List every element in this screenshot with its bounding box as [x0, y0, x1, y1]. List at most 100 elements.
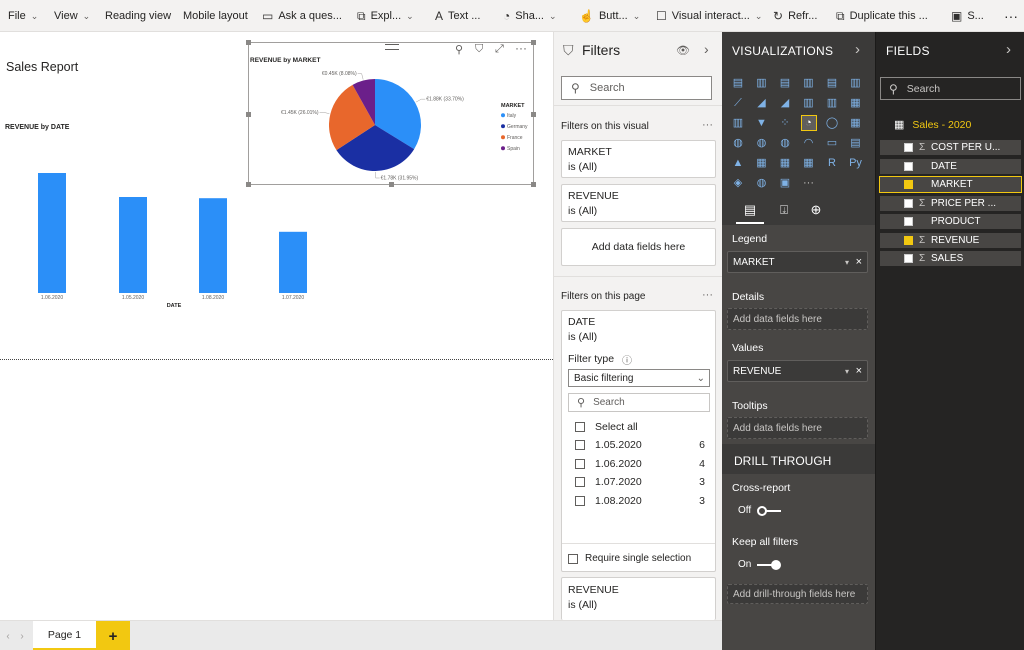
field-item[interactable]: MARKET: [879, 176, 1022, 193]
clustered-column-chart-icon[interactable]: ▥: [802, 76, 816, 90]
filter-option[interactable]: 1.05.2020 6: [575, 439, 705, 451]
save-button[interactable]: ▣ S...: [951, 0, 984, 32]
reading-view-button[interactable]: Reading view: [105, 0, 171, 32]
legend-well[interactable]: MARKET ▾ ×: [727, 251, 868, 273]
gauge-icon[interactable]: ◠: [802, 136, 816, 150]
line-clustered-column-chart-icon[interactable]: ▥: [825, 96, 839, 110]
scatter-chart-icon[interactable]: ⁘: [778, 116, 792, 130]
analytics-icon[interactable]: ⊕: [804, 202, 828, 224]
line-chart-icon[interactable]: ⟋: [731, 96, 745, 110]
python-visual-icon[interactable]: Py: [849, 156, 863, 170]
shapes-button[interactable]: ◔ Sha... ⌄: [503, 0, 557, 32]
view-menu[interactable]: View ⌄: [54, 0, 90, 32]
ribbon-chart-icon[interactable]: ▦: [849, 96, 863, 110]
eye-icon[interactable]: 👁: [676, 44, 690, 57]
funnel-chart-icon[interactable]: ▼: [755, 116, 769, 130]
chevron-down-icon[interactable]: ▾: [845, 258, 849, 267]
table-icon[interactable]: ▦: [778, 156, 792, 170]
donut-chart-icon[interactable]: ◯: [825, 116, 839, 130]
values-well[interactable]: REVENUE ▾ ×: [727, 360, 868, 382]
buttons-button[interactable]: ☝ Butt... ⌄: [579, 0, 640, 32]
mobile-layout-button[interactable]: Mobile layout: [183, 0, 248, 32]
filter-card-revenue-page[interactable]: REVENUE is (All): [561, 577, 716, 620]
text-box-button[interactable]: A Text ...: [435, 0, 480, 32]
kpi-icon[interactable]: ▲: [731, 156, 745, 170]
field-checkbox[interactable]: [904, 180, 913, 189]
card-icon[interactable]: ▭: [825, 136, 839, 150]
cross-report-toggle[interactable]: Off: [738, 505, 782, 516]
filter-option[interactable]: 1.08.2020 3: [575, 495, 705, 507]
checkbox[interactable]: [575, 496, 585, 506]
tab-page-1[interactable]: Page 1: [33, 621, 96, 650]
pie-chart-visual[interactable]: ⚲ ⛉ ⤢ ··· REVENUE by MARKET €1.88K (33.7…: [246, 40, 536, 187]
filters-search-input[interactable]: ⚲ Search: [561, 76, 712, 100]
tooltips-well[interactable]: Add data fields here: [727, 417, 868, 439]
filter-card-market[interactable]: MARKET is (All): [561, 140, 716, 178]
100-stacked-column-chart-icon[interactable]: ▥: [849, 76, 863, 90]
remove-field-icon[interactable]: ×: [856, 256, 862, 268]
refresh-button[interactable]: ↻ Refr...: [773, 0, 817, 32]
stacked-column-chart-icon[interactable]: ▥: [755, 76, 769, 90]
remove-field-icon[interactable]: ×: [856, 365, 862, 377]
collapse-fields-icon[interactable]: ›: [1006, 41, 1011, 58]
fields-search-input[interactable]: ⚲ Search: [880, 77, 1021, 100]
more-visuals-icon[interactable]: ···: [802, 176, 816, 190]
field-item[interactable]: Σ PRICE PER ...: [880, 195, 1021, 211]
collapse-visualizations-icon[interactable]: ›: [855, 41, 860, 58]
slicer-icon[interactable]: ▦: [755, 156, 769, 170]
pie-chart-icon[interactable]: ◔: [800, 115, 817, 131]
format-roller-icon[interactable]: ⍗: [772, 202, 796, 224]
shape-map-icon[interactable]: ◍: [778, 136, 792, 150]
field-checkbox[interactable]: [904, 161, 913, 171]
field-checkbox[interactable]: [904, 217, 913, 226]
stacked-bar-chart-icon[interactable]: ▤: [731, 76, 745, 90]
r-visual-icon[interactable]: R: [825, 156, 839, 170]
qa-visual-icon[interactable]: ▣: [778, 176, 792, 190]
map-icon[interactable]: ◍: [731, 136, 745, 150]
filter-card-date[interactable]: DATE is (All) Filter type ⓘ Basic filter…: [561, 310, 716, 572]
filled-map-icon[interactable]: ◍: [755, 136, 769, 150]
more-options-icon[interactable]: ···: [702, 119, 713, 131]
field-item[interactable]: DATE: [880, 158, 1021, 174]
visual-interactions-button[interactable]: ☐ Visual interact... ⌄: [656, 0, 762, 32]
checkbox[interactable]: [568, 553, 578, 564]
treemap-icon[interactable]: ▦: [849, 116, 863, 130]
multi-row-card-icon[interactable]: ▤: [849, 136, 863, 150]
filter-values-search-input[interactable]: ⚲ Search: [568, 393, 710, 412]
matrix-icon[interactable]: ▦: [802, 156, 816, 170]
key-influencers-icon[interactable]: ◈: [731, 176, 745, 190]
stacked-area-chart-icon[interactable]: ◢: [778, 96, 792, 110]
add-visual-filter-well[interactable]: Add data fields here: [561, 228, 716, 266]
field-item[interactable]: Σ COST PER U...: [880, 140, 1021, 155]
duplicate-page-button[interactable]: ⧉ Duplicate this ...: [836, 0, 928, 32]
table-sales-2020[interactable]: ▦ Sales - 2020: [894, 118, 971, 132]
filter-card-revenue[interactable]: REVENUE is (All): [561, 184, 716, 222]
clustered-bar-chart-icon[interactable]: ▤: [778, 76, 792, 90]
waterfall-chart-icon[interactable]: ▥: [731, 116, 745, 130]
explore-button[interactable]: ⧉ Expl... ⌄: [357, 0, 414, 32]
pie-chart[interactable]: €1.88K (33.70%) €1.78K (31.95%) €1.45K (26…: [249, 43, 535, 186]
details-well[interactable]: Add data fields here: [727, 308, 868, 330]
scroll-left-icon[interactable]: ‹: [2, 621, 14, 650]
require-single-selection-option[interactable]: Require single selection: [568, 553, 691, 564]
filter-option[interactable]: 1.07.2020 3: [575, 476, 705, 488]
more-options-icon[interactable]: ···: [702, 289, 713, 301]
chevron-down-icon[interactable]: ▾: [845, 367, 849, 376]
select-all-option[interactable]: Select all: [575, 421, 638, 433]
keep-all-filters-toggle[interactable]: On: [738, 559, 782, 570]
more-options-button[interactable]: ···: [1004, 0, 1018, 32]
file-menu[interactable]: File ⌄: [8, 0, 38, 32]
checkbox[interactable]: [575, 440, 585, 450]
field-checkbox[interactable]: [904, 235, 913, 245]
toggle-switch[interactable]: [757, 559, 782, 570]
add-page-button[interactable]: +: [96, 621, 130, 650]
field-checkbox[interactable]: [904, 254, 913, 263]
area-chart-icon[interactable]: ◢: [755, 96, 769, 110]
collapse-filters-icon[interactable]: ›: [704, 41, 709, 57]
100-stacked-bar-chart-icon[interactable]: ▤: [825, 76, 839, 90]
decomposition-tree-icon[interactable]: ◍: [755, 176, 769, 190]
field-checkbox[interactable]: [904, 143, 913, 152]
checkbox[interactable]: [575, 459, 585, 469]
field-item[interactable]: Σ REVENUE: [880, 232, 1021, 248]
filter-type-select[interactable]: Basic filtering ⌄: [568, 369, 710, 387]
